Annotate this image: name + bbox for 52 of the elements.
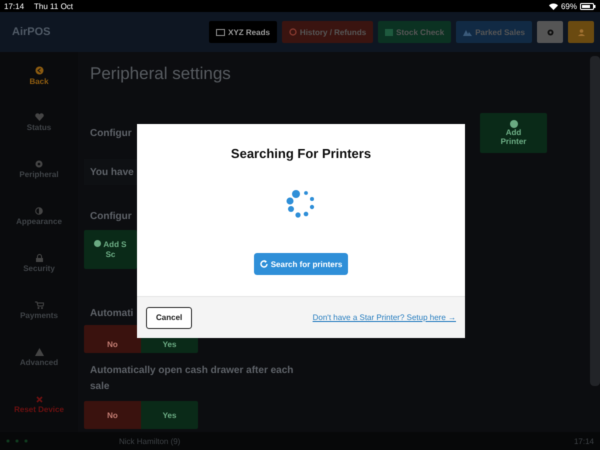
user-name: Nick Hamilton (9) (119, 436, 180, 446)
keyboard-icon (216, 28, 226, 36)
clock: 17:14 (4, 2, 24, 10)
heart-icon (34, 113, 44, 121)
refresh-icon (260, 260, 268, 268)
stock-button[interactable]: Stock Check (378, 21, 452, 43)
dialog-title: Searching For Printers (230, 146, 372, 161)
wifi-icon (548, 2, 558, 10)
sidebar-item[interactable]: Status (0, 99, 78, 146)
cart-icon (34, 301, 44, 309)
battery-icon (580, 2, 596, 10)
app-logo: AirPOS (12, 26, 52, 38)
parked-button[interactable]: Parked Sales (456, 21, 532, 43)
setup-link[interactable]: Don't have a Star Printer? Setup here → (312, 313, 456, 322)
notice-text: You have (90, 166, 134, 178)
add-printer-button[interactable]: Add Printer (480, 113, 547, 153)
section-heading: Configur (90, 211, 132, 222)
scrollbar[interactable] (590, 56, 600, 386)
close-icon (36, 396, 42, 402)
gear-icon (35, 160, 43, 168)
lock-icon (36, 254, 42, 262)
page-title: Peripheral settings (90, 64, 232, 84)
user-button[interactable] (568, 21, 594, 43)
sidebar-item[interactable]: Payments (0, 287, 78, 334)
user-icon (578, 28, 584, 36)
no-button[interactable]: No (84, 325, 141, 353)
status-dots-icon (6, 439, 28, 443)
sidebar-item[interactable]: Back (0, 52, 78, 99)
warning-icon (34, 348, 44, 356)
settings-button[interactable] (537, 21, 563, 43)
settings-icon (546, 28, 554, 36)
sidebar-item[interactable]: Peripheral (0, 146, 78, 193)
search-button[interactable]: Search for printers (254, 253, 348, 275)
sidebar-item[interactable]: Security (0, 240, 78, 287)
spinner-icon (286, 189, 316, 219)
back-icon (34, 66, 44, 74)
setting-question: Automati (90, 308, 134, 319)
cancel-button[interactable]: Cancel (146, 306, 192, 328)
yes-button[interactable]: Yes (141, 401, 198, 429)
date: Thu 11 Oct (34, 2, 74, 10)
contrast-icon (35, 207, 43, 215)
footer-clock: 17:14 (574, 436, 594, 446)
history-button[interactable]: History / Refunds (282, 21, 374, 43)
reads-button[interactable]: XYZ Reads (209, 21, 277, 43)
battery-percent: 69% (560, 2, 577, 10)
sidebar-item[interactable]: Appearance (0, 193, 78, 240)
section-heading: Configur (90, 128, 132, 138)
history-icon (288, 28, 297, 36)
no-button[interactable]: No (84, 401, 141, 429)
setting-question: Automatically open cash drawer after each sale (90, 364, 294, 394)
sidebar-item[interactable]: Advanced (0, 334, 78, 381)
add-scanner-button[interactable]: Add S Sc (84, 230, 137, 269)
